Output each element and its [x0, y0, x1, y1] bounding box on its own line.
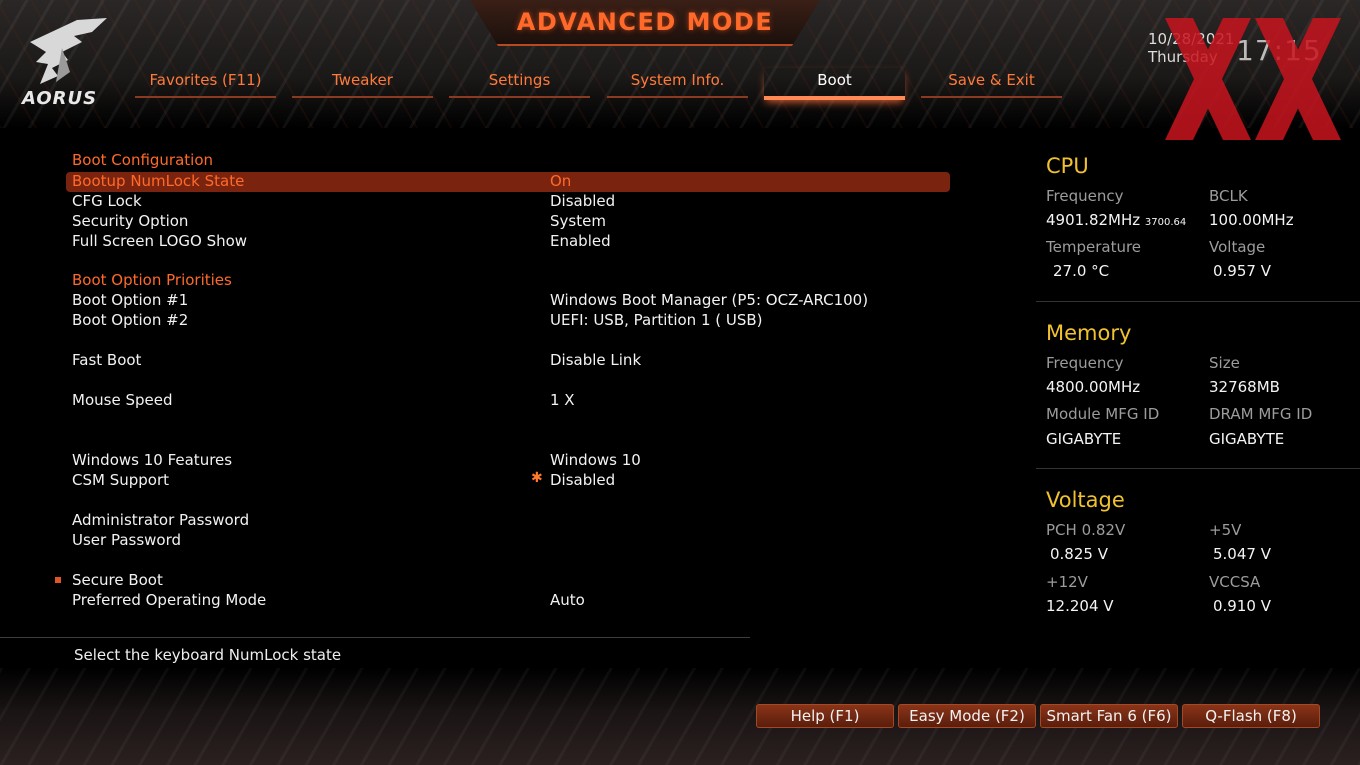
- section-header-label: Boot Option Priorities: [72, 271, 232, 289]
- setting-value: 1 X: [550, 391, 575, 409]
- setting-label: Secure Boot: [72, 571, 163, 589]
- setting-fast-boot[interactable]: Fast Boot Disable Link: [66, 351, 950, 371]
- tab-save-exit[interactable]: Save & Exit: [921, 68, 1062, 98]
- setting-security-option[interactable]: Security Option System: [66, 212, 950, 232]
- setting-label: Fast Boot: [72, 351, 142, 369]
- setting-label: CSM Support: [72, 471, 170, 489]
- setting-label: CFG Lock: [72, 192, 142, 210]
- tab-favorites[interactable]: Favorites (F11): [135, 68, 276, 98]
- cpu-frequency-main: 4901.82MHz: [1046, 211, 1141, 229]
- memory-frequency-value: 4800.00MHz: [1046, 378, 1141, 396]
- page-title: ADVANCED MODE: [516, 8, 774, 36]
- pch-voltage-value: 0.825 V: [1050, 545, 1108, 563]
- memory-size-value: 32768MB: [1209, 378, 1280, 396]
- setting-label: Security Option: [72, 212, 189, 230]
- section-header-boot-configuration: Boot Configuration: [66, 151, 950, 171]
- setting-value: Disable Link: [550, 351, 642, 369]
- memory-size-label: Size: [1209, 354, 1240, 372]
- voltage-section-title: Voltage: [1046, 488, 1125, 512]
- setting-value: System: [550, 212, 606, 230]
- setting-label: Administrator Password: [72, 511, 250, 529]
- cpu-temperature-label: Temperature: [1046, 238, 1142, 256]
- vccsa-label: VCCSA: [1209, 573, 1261, 591]
- setting-value: Disabled: [550, 471, 616, 489]
- setting-value: Auto: [550, 591, 585, 609]
- setting-value: On: [550, 172, 572, 190]
- setting-full-screen-logo-show[interactable]: Full Screen LOGO Show Enabled: [66, 232, 950, 252]
- help-divider: [0, 637, 750, 638]
- help-button[interactable]: Help (F1): [756, 704, 894, 728]
- setting-value: Windows Boot Manager (P5: OCZ-ARC100): [550, 291, 869, 309]
- setting-label: Windows 10 Features: [72, 451, 233, 469]
- pch-voltage-label: PCH 0.82V: [1046, 521, 1126, 539]
- setting-label: Boot Option #1: [72, 291, 189, 309]
- setting-value: UEFI: USB, Partition 1 ( USB): [550, 311, 763, 329]
- plus-12v-value: 12.204 V: [1046, 597, 1114, 615]
- setting-boot-option-1[interactable]: Boot Option #1 Windows Boot Manager (P5:…: [66, 291, 950, 311]
- xx-watermark-logo-icon: [1165, 18, 1341, 140]
- asterisk-icon: ✱: [531, 470, 543, 486]
- section-header-boot-option-priorities: Boot Option Priorities: [66, 271, 950, 291]
- brand-logo-text: AORUS: [22, 88, 98, 109]
- cpu-frequency-value: 4901.82MHz 3700.64: [1046, 211, 1186, 229]
- memory-section-title: Memory: [1046, 321, 1132, 345]
- tab-system-info[interactable]: System Info.: [607, 68, 748, 98]
- section-header-label: Boot Configuration: [72, 151, 214, 169]
- setting-label: Bootup NumLock State: [72, 172, 245, 190]
- dram-mfg-label: DRAM MFG ID: [1209, 405, 1313, 423]
- setting-boot-option-2[interactable]: Boot Option #2 UEFI: USB, Partition 1 ( …: [66, 311, 950, 331]
- tab-boot[interactable]: Boot: [764, 68, 905, 100]
- cpu-bclk-label: BCLK: [1209, 187, 1248, 205]
- cpu-bclk-value: 100.00MHz: [1209, 211, 1294, 229]
- setting-label: Boot Option #2: [72, 311, 189, 329]
- setting-administrator-password[interactable]: Administrator Password: [66, 511, 950, 531]
- setting-user-password[interactable]: User Password: [66, 531, 950, 551]
- vccsa-value: 0.910 V: [1213, 597, 1271, 615]
- panel-divider: [1036, 468, 1360, 469]
- setting-csm-support[interactable]: CSM Support ✱ Disabled: [66, 470, 950, 491]
- cpu-voltage-value: 0.957 V: [1213, 262, 1271, 280]
- setting-value: Windows 10: [550, 451, 641, 469]
- module-mfg-value: GIGABYTE: [1046, 430, 1122, 448]
- cpu-temperature-value: 27.0 °C: [1053, 262, 1110, 280]
- setting-cfg-lock[interactable]: CFG Lock Disabled: [66, 192, 950, 212]
- panel-divider: [1036, 301, 1360, 302]
- cpu-section-title: CPU: [1046, 154, 1089, 178]
- cpu-voltage-label: Voltage: [1209, 238, 1266, 256]
- setting-windows-10-features[interactable]: Windows 10 Features Windows 10: [66, 451, 950, 471]
- setting-preferred-operating-mode[interactable]: Preferred Operating Mode Auto: [66, 591, 950, 611]
- help-description: Select the keyboard NumLock state: [74, 646, 342, 664]
- setting-bootup-numlock-state[interactable]: Bootup NumLock State On: [66, 172, 950, 192]
- smart-fan-button[interactable]: Smart Fan 6 (F6): [1040, 704, 1178, 728]
- dram-mfg-value: GIGABYTE: [1209, 430, 1285, 448]
- tab-settings[interactable]: Settings: [449, 68, 590, 98]
- tab-tweaker[interactable]: Tweaker: [292, 68, 433, 98]
- easy-mode-button[interactable]: Easy Mode (F2): [898, 704, 1036, 728]
- plus-5v-label: +5V: [1209, 521, 1242, 539]
- plus-5v-value: 5.047 V: [1213, 545, 1271, 563]
- cpu-frequency-sub: 3700.64: [1144, 217, 1187, 228]
- q-flash-button[interactable]: Q-Flash (F8): [1182, 704, 1320, 728]
- plus-12v-label: +12V: [1046, 573, 1088, 591]
- setting-label: Full Screen LOGO Show: [72, 232, 248, 250]
- memory-frequency-label: Frequency: [1046, 354, 1124, 372]
- setting-label: User Password: [72, 531, 182, 549]
- setting-value: Disabled: [550, 192, 616, 210]
- setting-value: Enabled: [550, 232, 611, 250]
- setting-mouse-speed[interactable]: Mouse Speed 1 X: [66, 391, 950, 411]
- submenu-secure-boot[interactable]: Secure Boot: [55, 571, 950, 591]
- submenu-marker-icon: [55, 577, 61, 583]
- module-mfg-label: Module MFG ID: [1046, 405, 1160, 423]
- setting-label: Preferred Operating Mode: [72, 591, 267, 609]
- setting-label: Mouse Speed: [72, 391, 173, 409]
- cpu-frequency-label: Frequency: [1046, 187, 1124, 205]
